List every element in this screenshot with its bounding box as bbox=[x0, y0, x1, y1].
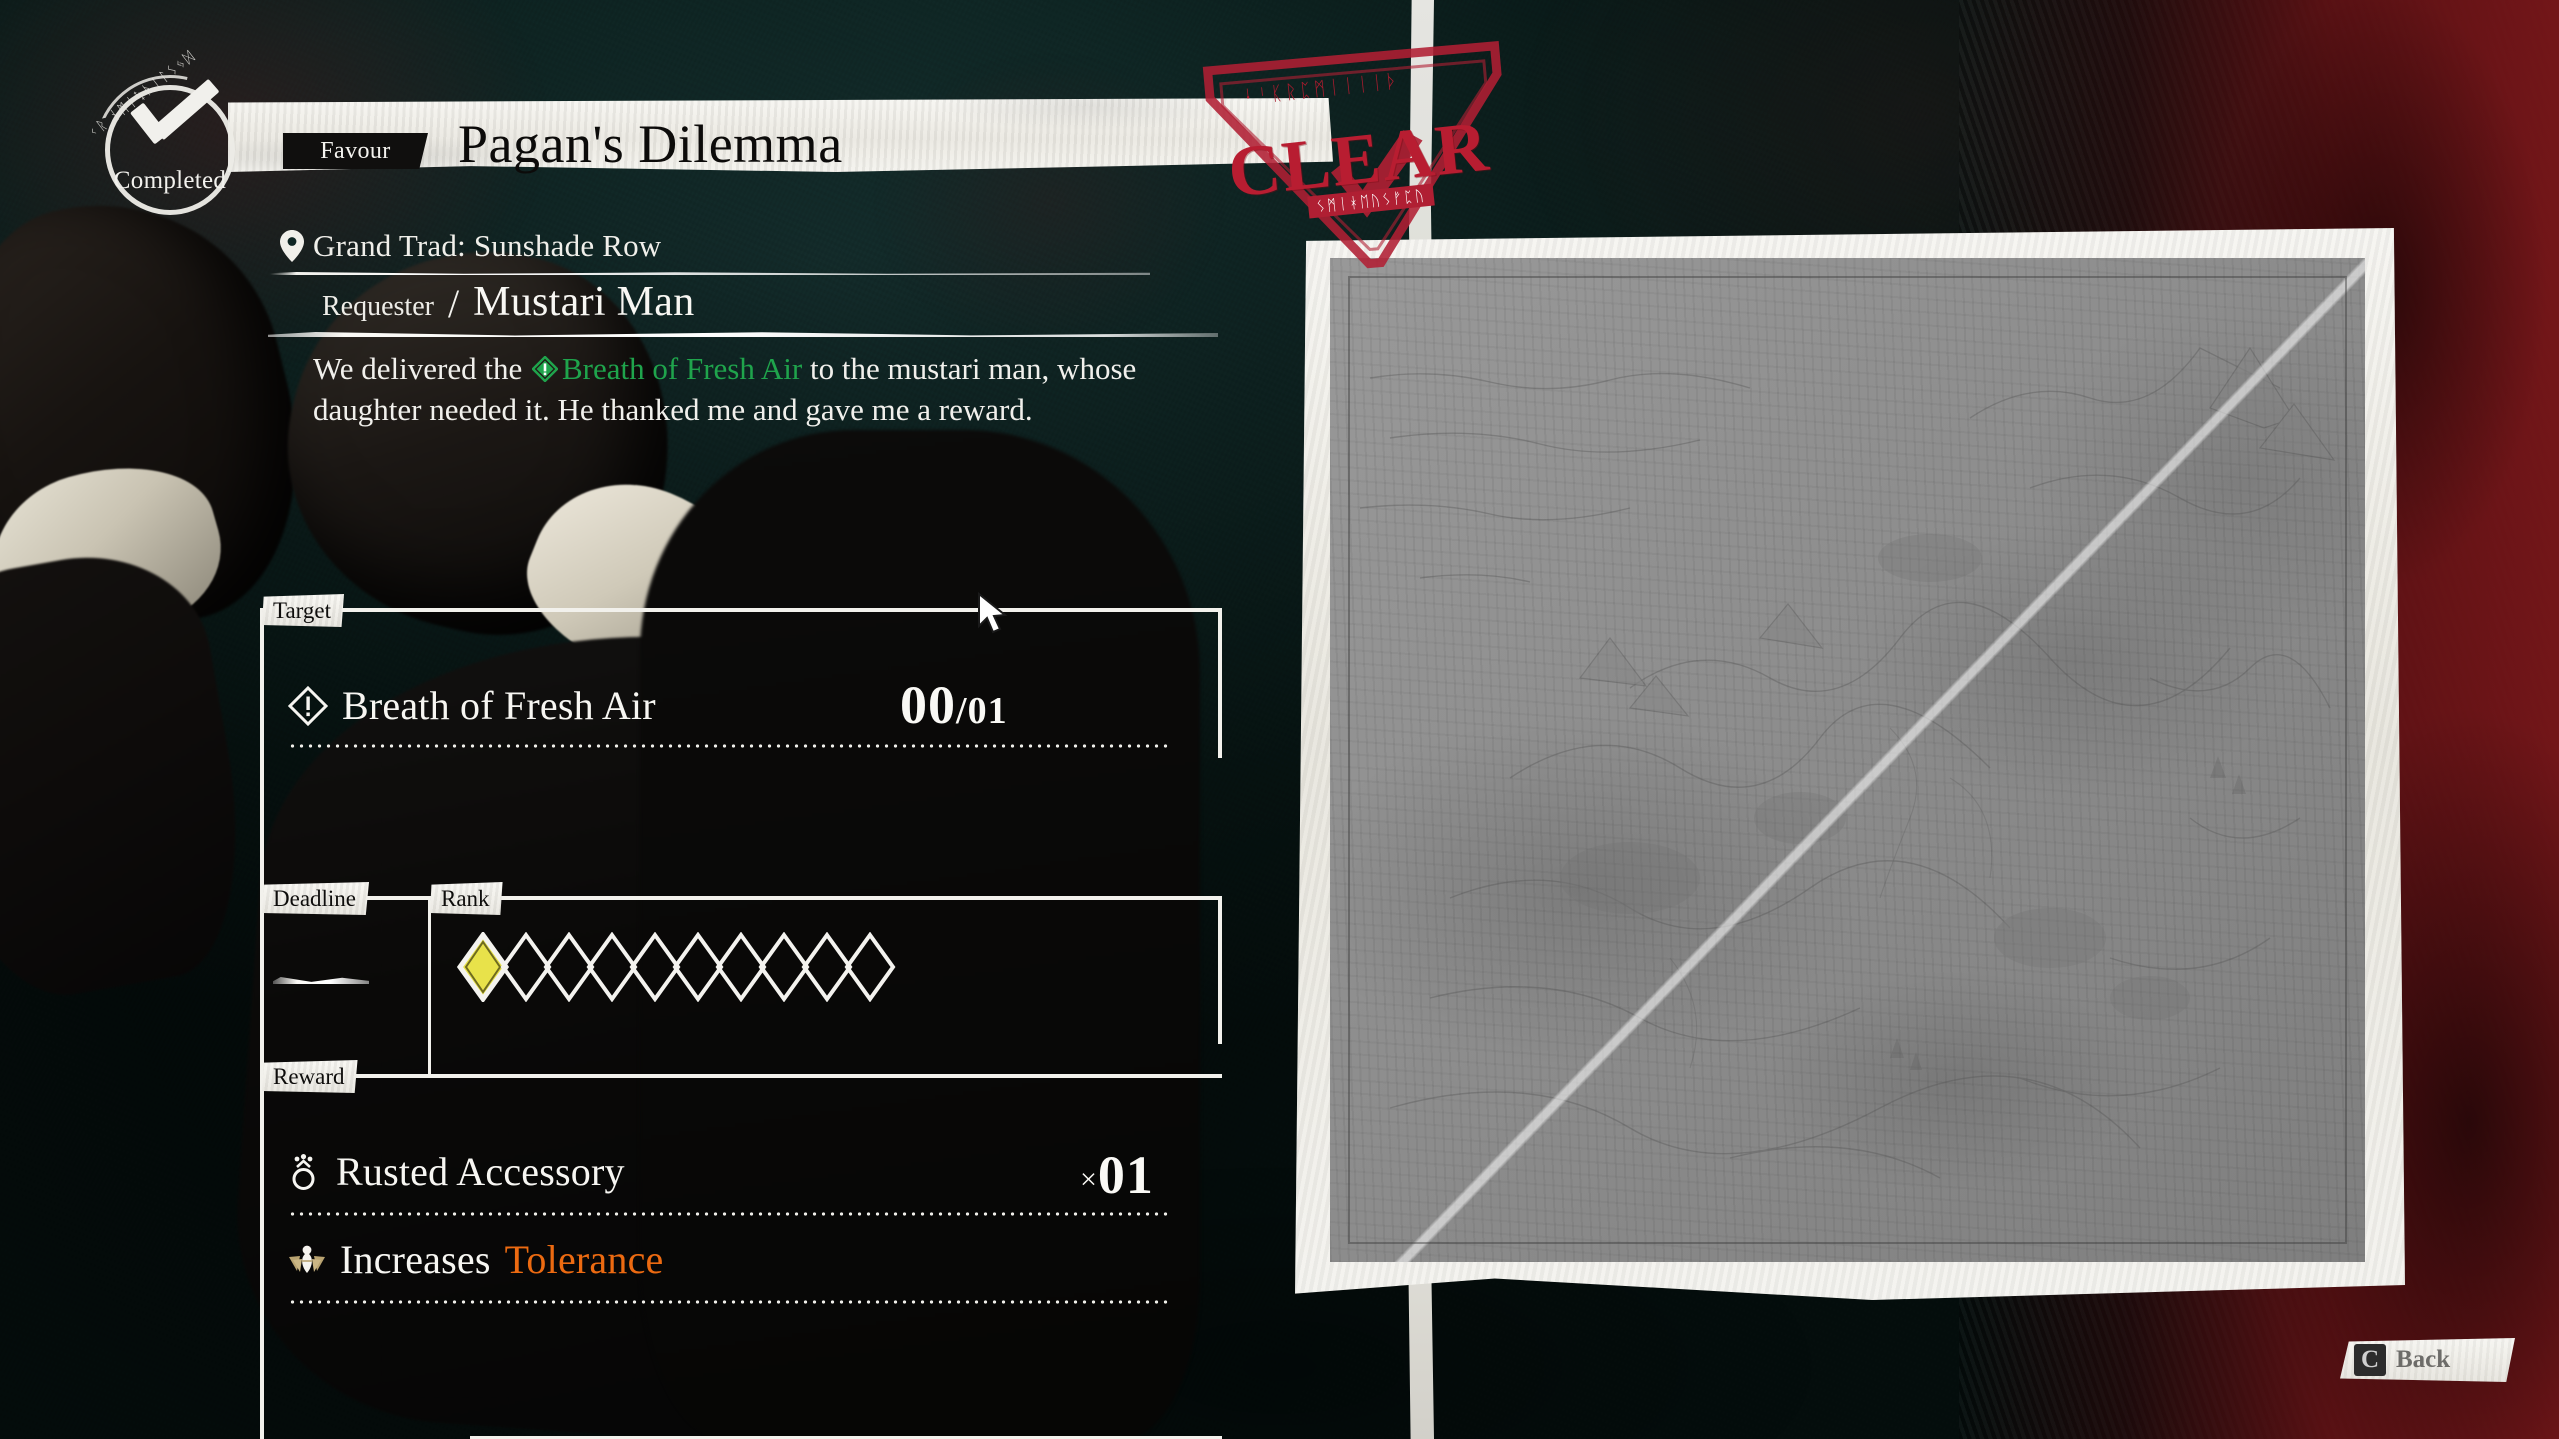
target-tag-label: Target bbox=[273, 597, 331, 623]
target-count-separator: / bbox=[956, 690, 968, 732]
mouse-cursor bbox=[977, 591, 1011, 636]
quest-location-name: Grand Trad: Sunshade Row bbox=[313, 228, 662, 263]
description-highlight: Breath of Fresh Air bbox=[562, 351, 803, 386]
reward-section-tag: Reward bbox=[262, 1060, 358, 1093]
winged-heart-icon bbox=[288, 1243, 326, 1277]
rank-tag-label: Rank bbox=[441, 885, 490, 911]
reward-effect-row: Increases Tolerance bbox=[288, 1236, 663, 1283]
panel-left-border-reward bbox=[260, 1074, 264, 1439]
panel-divider-rank bbox=[428, 896, 431, 1078]
quest-info-panel: Target Breath of Fresh Air 00/01 Deadlin… bbox=[260, 594, 1222, 1439]
quest-details-screen: QUESTS QUESTS Favour Pagan's Dilemma ᚲᚱ … bbox=[0, 0, 2559, 1439]
page-title: Pagan's Dilemma bbox=[458, 114, 843, 174]
reward-tag-label: Reward bbox=[273, 1063, 345, 1089]
target-item-row: Breath of Fresh Air bbox=[287, 682, 656, 729]
reward-effect-prefix: Increases bbox=[340, 1237, 491, 1282]
requester-label: Requester bbox=[322, 291, 434, 322]
quest-location: Grand Trad: Sunshade Row bbox=[280, 228, 661, 264]
ring-icon bbox=[288, 1152, 322, 1192]
reward-multiplier: × bbox=[1080, 1163, 1098, 1196]
quest-requester: Requester / Mustari Man bbox=[322, 278, 695, 326]
panel-divider-deadline bbox=[260, 896, 1222, 900]
diamond-exclamation-icon bbox=[287, 685, 329, 726]
quest-category-tag: Favour bbox=[283, 133, 428, 169]
rank-diamond-meter bbox=[457, 932, 896, 1002]
panel-left-border-target bbox=[260, 608, 264, 900]
completed-stamp: ᚲᚱ ᚾᛗᛁᛪᚦᛁᛚᛊᛃᛞ Completed bbox=[85, 48, 245, 225]
target-item-name: Breath of Fresh Air bbox=[342, 683, 656, 728]
back-button[interactable]: C Back bbox=[2340, 1338, 2515, 1382]
reward-item-row: Rusted Accessory bbox=[288, 1148, 625, 1195]
quest-description: We delivered the Breath of Fresh Air to … bbox=[313, 348, 1183, 430]
reward-quantity: ×01 bbox=[1080, 1148, 1154, 1202]
clear-stamp: ᛍᛌᛕᚱᛈᛗᛁᛁᛁᛁᚦ CLEAR ᛊᛗᛁᚼᛖᚢᛊᚠᛈᚢ bbox=[1190, 40, 1550, 270]
rank-section-tag: Rank bbox=[430, 882, 503, 915]
map-pin-icon bbox=[280, 230, 304, 262]
target-progress-counter: 00/01 bbox=[900, 678, 1008, 732]
completed-stamp-label: Completed bbox=[113, 167, 227, 194]
description-part-1: We delivered the bbox=[313, 351, 523, 386]
deadline-tag-label: Deadline bbox=[273, 885, 357, 911]
diamond-exclamation-icon-green bbox=[531, 351, 559, 383]
quest-category-label: Favour bbox=[320, 137, 391, 164]
target-count-current: 00 bbox=[900, 675, 956, 735]
reward-quantity-value: 01 bbox=[1097, 1145, 1154, 1205]
back-key-badge: C bbox=[2354, 1344, 2386, 1376]
target-count-required: 01 bbox=[967, 690, 1008, 732]
reward-dotted-underline-2 bbox=[288, 1300, 1168, 1304]
panel-top-border-target bbox=[260, 608, 1222, 612]
back-button-label: Back bbox=[2396, 1346, 2451, 1373]
panel-right-border-deadline bbox=[1218, 896, 1222, 1044]
reward-effect-value: Tolerance bbox=[504, 1237, 664, 1282]
target-dotted-underline bbox=[288, 744, 1168, 748]
panel-left-border-deadline bbox=[260, 896, 264, 1078]
deadline-section-tag: Deadline bbox=[262, 882, 369, 915]
reward-dotted-underline-1 bbox=[288, 1212, 1168, 1216]
reward-item-name: Rusted Accessory bbox=[336, 1149, 625, 1194]
requester-name: Mustari Man bbox=[473, 279, 695, 325]
map-inner-border bbox=[1348, 276, 2347, 1244]
panel-divider-reward bbox=[260, 1074, 1222, 1078]
target-section-tag: Target bbox=[262, 594, 344, 627]
rank-diamond-empty bbox=[844, 932, 896, 1002]
panel-right-border-target bbox=[1218, 608, 1222, 758]
requester-separator: / bbox=[447, 281, 460, 326]
deadline-value bbox=[273, 977, 369, 984]
